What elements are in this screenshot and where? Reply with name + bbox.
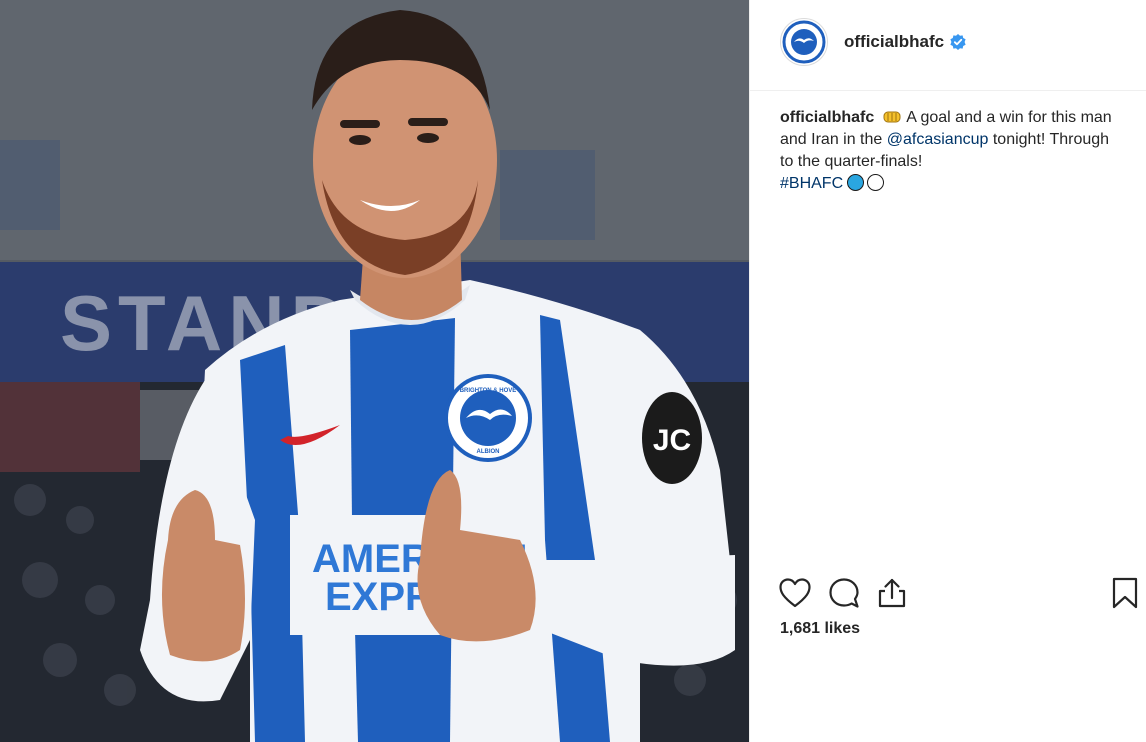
player-photo-illustration: STAND BRIGHTON & HOVE ALBION JC AMERICAN… [0,0,749,742]
oncoming-fist-emoji-icon [883,111,901,123]
avatar[interactable] [780,18,828,66]
club-crest-on-shirt: BRIGHTON & HOVE ALBION [444,374,532,462]
svg-text:ALBION: ALBION [477,449,500,455]
comment-button[interactable] [827,576,861,610]
post-caption: officialbhafc A goal and a win for this … [780,107,1125,195]
blue-circle-emoji-icon [847,174,865,191]
comment-icon [829,578,859,608]
post-username[interactable]: officialbhafc [844,32,944,52]
share-button[interactable] [875,576,909,610]
verified-badge-icon [950,34,966,50]
post-actions [778,576,1140,612]
bookmark-icon [1112,577,1138,609]
white-circle-emoji-icon [867,174,885,191]
save-button[interactable] [1108,576,1142,610]
post-photo[interactable]: STAND BRIGHTON & HOVE ALBION JC AMERICAN… [0,0,749,742]
heart-icon [779,578,811,608]
likes-count[interactable]: 1,681 likes [780,620,860,638]
caption-mention-link[interactable]: @afcasiancup [887,131,989,148]
svg-text:BRIGHTON & HOVE: BRIGHTON & HOVE [460,388,517,394]
sleeve-badge: JC [642,392,702,484]
club-crest-icon [782,20,826,64]
like-button[interactable] [778,576,812,610]
post-header: officialbhafc [780,17,966,67]
header-divider [749,90,1146,91]
share-icon [878,578,906,608]
panel-divider [749,0,750,742]
svg-text:JC: JC [653,424,691,457]
caption-hashtag-link[interactable]: #BHAFC [780,175,843,192]
caption-username[interactable]: officialbhafc [780,109,874,126]
